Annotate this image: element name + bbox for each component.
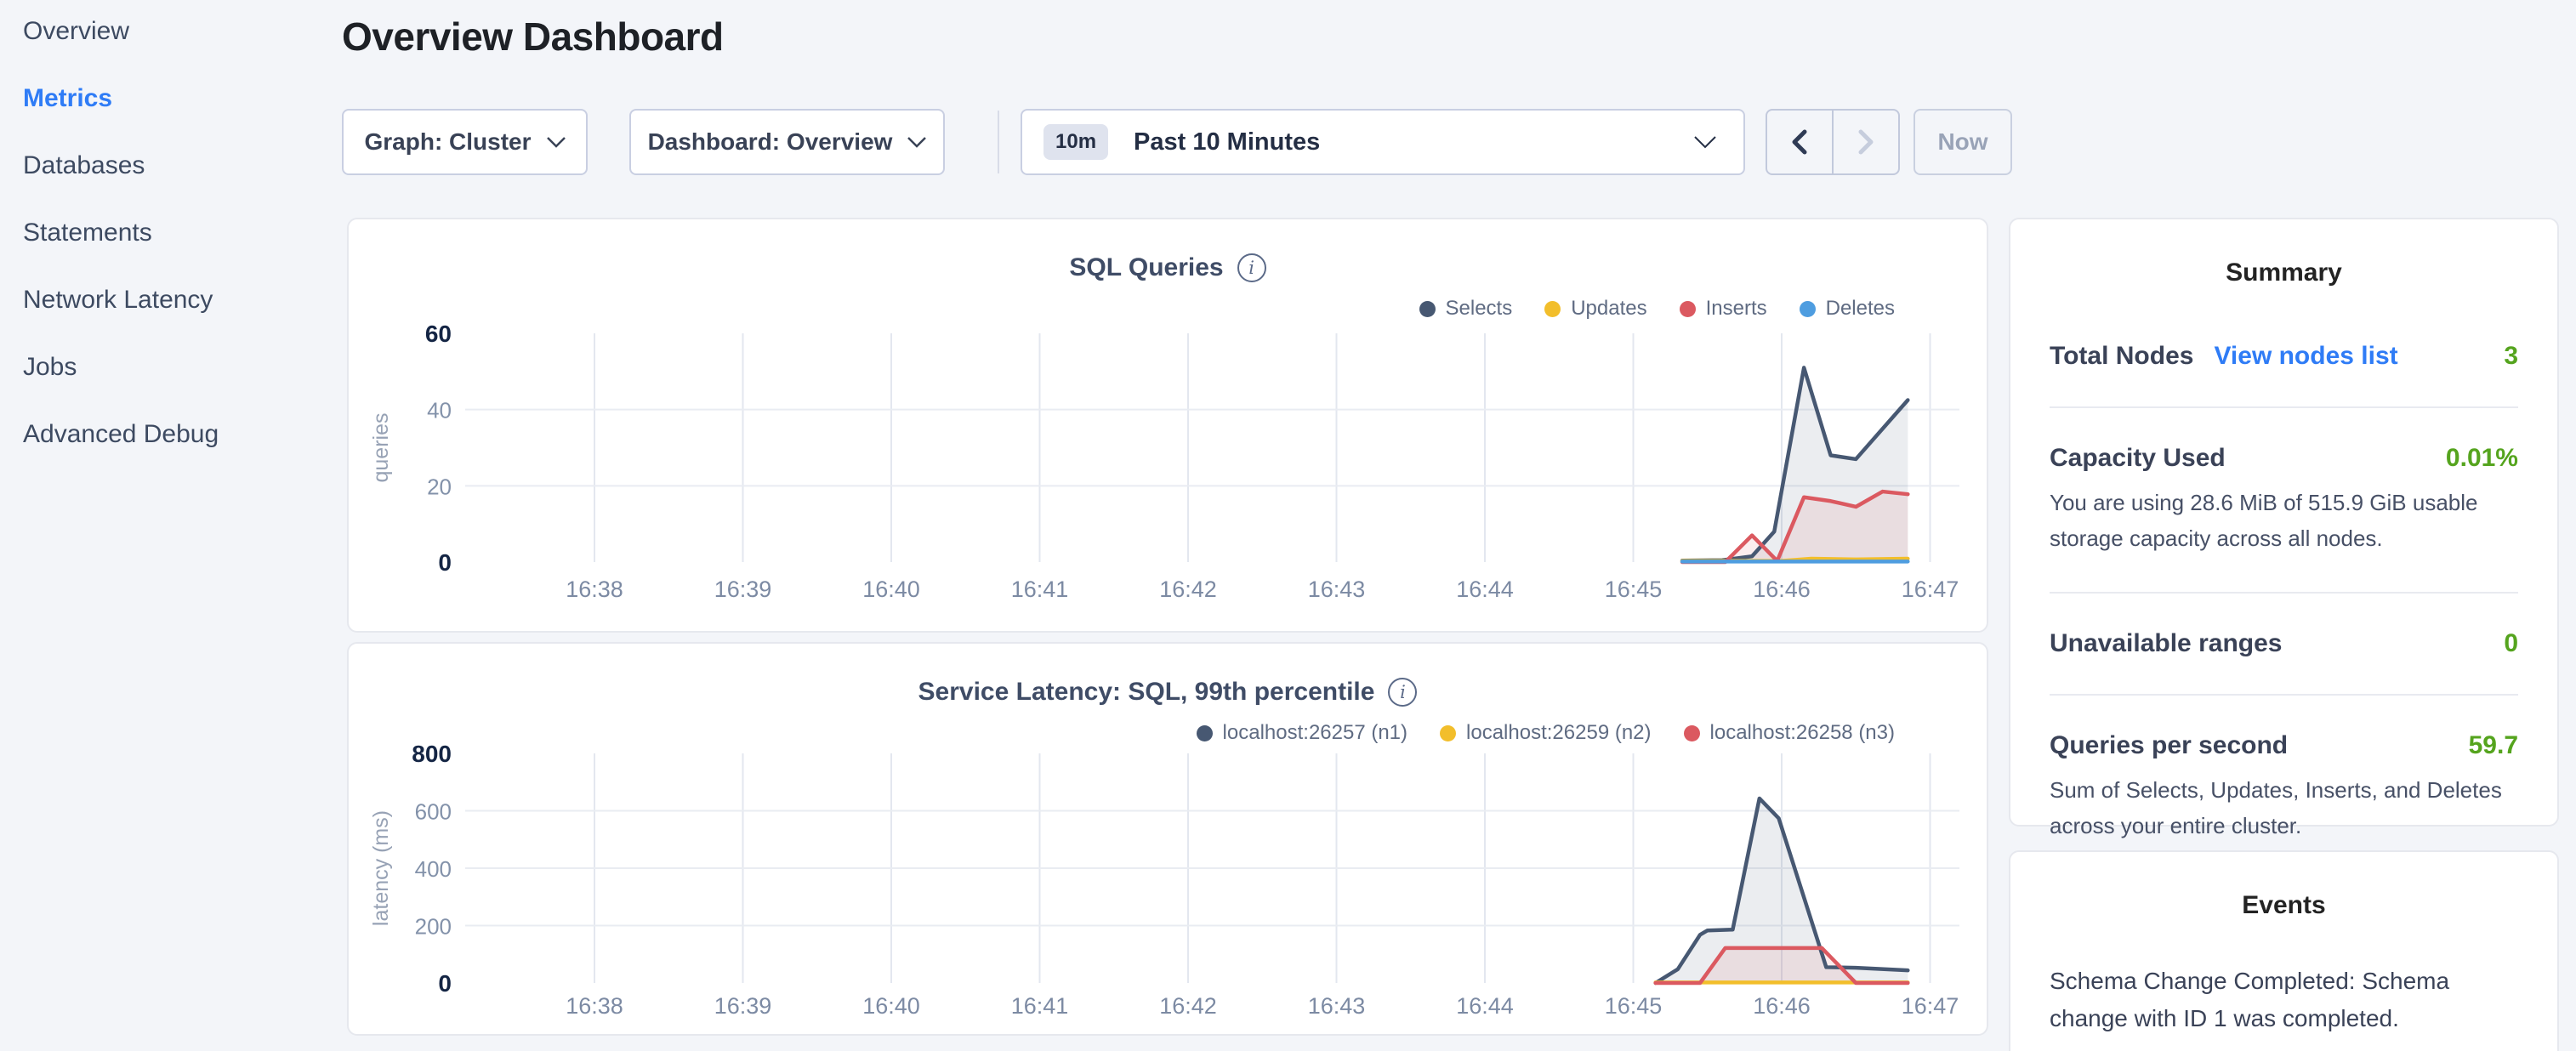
sql-queries-chart-card: SQL Queries i SelectsUpdatesInsertsDelet… [347, 218, 1988, 633]
service-latency-chart-card: Service Latency: SQL, 99th percentile i … [347, 642, 1988, 1036]
sidebar-item-jobs[interactable]: Jobs [23, 350, 329, 384]
summary-row: Queries per second 59.7 [2050, 731, 2518, 760]
svg-text:16:42: 16:42 [1159, 993, 1217, 1019]
chart-plot[interactable]: 0 20 40 60 16:38 16:39 16:40 16:41 16:42 16:43 16:… [349, 219, 1987, 631]
summary-panel: Summary Total Nodes View nodes list 3 Capac… [2009, 218, 2559, 827]
time-pager [1766, 109, 1900, 175]
svg-text:16:39: 16:39 [714, 577, 772, 602]
chevron-down-icon [907, 137, 926, 148]
sidebar-item-statements[interactable]: Statements [23, 216, 329, 250]
summary-row-label: Total Nodes [2050, 342, 2193, 371]
svg-text:latency (ms): latency (ms) [369, 810, 393, 926]
time-range-badge: 10m [1043, 124, 1108, 160]
events-panel: Events Schema Change Completed: Schema c… [2009, 850, 2559, 1051]
chevron-right-icon [1858, 129, 1874, 155]
summary-divider [2050, 694, 2518, 696]
next-time-button[interactable] [1834, 111, 1898, 173]
summary-divider [2050, 406, 2518, 408]
page-title: Overview Dashboard [342, 14, 724, 60]
sidebar-item-metrics[interactable]: Metrics [23, 82, 329, 116]
summary-heading: Summary [2010, 258, 2557, 287]
chevron-down-icon [547, 137, 566, 148]
svg-text:800: 800 [412, 741, 452, 767]
graph-dropdown[interactable]: Graph: Cluster [342, 109, 588, 175]
time-range-label: Past 10 Minutes [1134, 128, 1320, 156]
svg-text:16:44: 16:44 [1456, 577, 1514, 602]
event-timestamp: May 13, 2020 at 4:45 PM [2050, 1048, 2518, 1051]
summary-row-label: Capacity Used [2050, 444, 2226, 473]
summary-row-label: Queries per second [2050, 731, 2288, 760]
svg-text:600: 600 [415, 799, 452, 825]
prev-time-button[interactable] [1767, 111, 1834, 173]
svg-text:16:40: 16:40 [862, 993, 920, 1019]
time-range-dropdown[interactable]: 10m Past 10 Minutes [1021, 109, 1745, 175]
summary-row-description: Sum of Selects, Updates, Inserts, and De… [2050, 772, 2518, 844]
summary-row-value: 0.01% [2446, 444, 2518, 473]
svg-text:16:40: 16:40 [862, 577, 920, 602]
dashboard-dropdown-label: Dashboard: Overview [648, 128, 893, 156]
sidebar: Overview Metrics Databases Statements Networ… [23, 14, 329, 485]
summary-row-value: 0 [2504, 629, 2518, 658]
svg-text:16:45: 16:45 [1605, 577, 1663, 602]
view-nodes-list-link[interactable]: View nodes list [2214, 342, 2397, 371]
svg-text:16:47: 16:47 [1902, 993, 1959, 1019]
summary-divider [2050, 592, 2518, 594]
summary-row: Capacity Used 0.01% [2050, 444, 2518, 473]
chevron-left-icon [1792, 129, 1807, 155]
svg-text:60: 60 [425, 321, 452, 347]
svg-text:16:38: 16:38 [566, 993, 623, 1019]
svg-text:16:43: 16:43 [1308, 577, 1366, 602]
chevron-down-icon [1694, 136, 1716, 149]
sidebar-item-overview[interactable]: Overview [23, 14, 329, 48]
svg-text:20: 20 [427, 474, 452, 499]
summary-row-description: You are using 28.6 MiB of 515.9 GiB usab… [2050, 485, 2518, 556]
summary-row: Unavailable ranges 0 [2050, 629, 2518, 658]
controls-divider [998, 111, 999, 173]
svg-text:40: 40 [427, 398, 452, 423]
svg-text:queries: queries [369, 413, 393, 483]
summary-row-value: 59.7 [2469, 731, 2518, 760]
events-heading: Events [2010, 891, 2557, 920]
now-button[interactable]: Now [1914, 109, 2012, 175]
svg-text:16:45: 16:45 [1605, 993, 1663, 1019]
summary-row-label: Unavailable ranges [2050, 629, 2282, 658]
svg-text:16:46: 16:46 [1753, 993, 1811, 1019]
sidebar-item-advanced-debug[interactable]: Advanced Debug [23, 418, 329, 452]
svg-text:16:44: 16:44 [1456, 993, 1514, 1019]
event-text: Schema Change Completed: Schema change w… [2050, 963, 2518, 1037]
sidebar-item-network-latency[interactable]: Network Latency [23, 283, 329, 317]
dashboard-dropdown[interactable]: Dashboard: Overview [629, 109, 945, 175]
svg-text:200: 200 [415, 914, 452, 940]
svg-text:16:43: 16:43 [1308, 993, 1366, 1019]
svg-text:16:41: 16:41 [1011, 577, 1069, 602]
chart-plot[interactable]: 0 200 400 600 800 16:38 16:39 16:40 16:41 16:42 16… [349, 644, 1987, 1034]
summary-row-value: 3 [2504, 342, 2518, 371]
svg-text:0: 0 [438, 970, 452, 997]
svg-text:16:39: 16:39 [714, 993, 772, 1019]
svg-text:400: 400 [415, 856, 452, 882]
svg-text:0: 0 [438, 549, 452, 576]
svg-text:16:38: 16:38 [566, 577, 623, 602]
svg-text:16:41: 16:41 [1011, 993, 1069, 1019]
svg-text:16:47: 16:47 [1902, 577, 1959, 602]
sidebar-item-databases[interactable]: Databases [23, 149, 329, 183]
graph-dropdown-label: Graph: Cluster [364, 128, 531, 156]
svg-text:16:42: 16:42 [1159, 577, 1217, 602]
summary-row: Total Nodes View nodes list 3 [2050, 342, 2518, 371]
svg-text:16:46: 16:46 [1753, 577, 1811, 602]
